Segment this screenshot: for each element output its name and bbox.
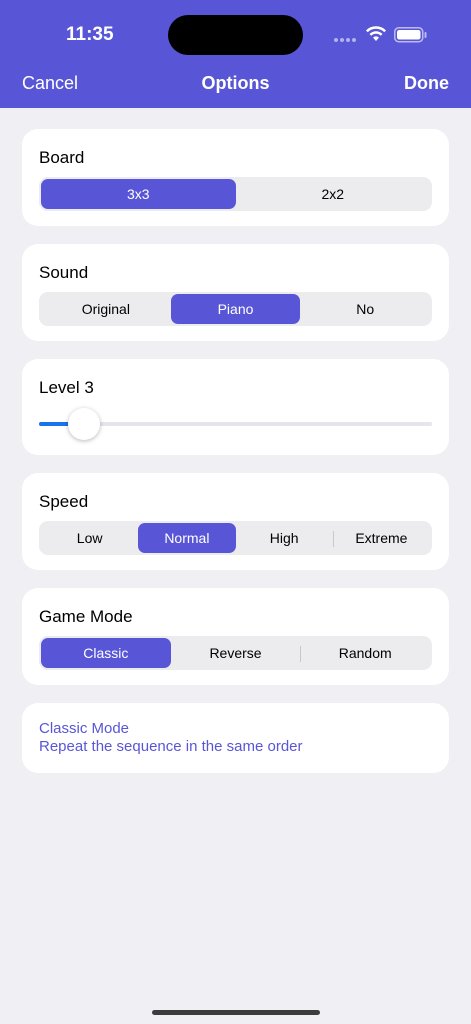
navigation-header: 11:35 Cancel Options Done xyxy=(0,0,471,108)
level-slider-thumb[interactable] xyxy=(67,408,100,440)
battery-icon xyxy=(394,27,427,43)
board-segmented-control: 3x3 2x2 xyxy=(39,177,432,211)
status-time: 11:35 xyxy=(66,24,114,45)
board-option-2x2[interactable]: 2x2 xyxy=(236,179,431,209)
game-mode-option-random[interactable]: Random xyxy=(300,638,430,668)
sound-option-original[interactable]: Original xyxy=(41,294,171,324)
level-slider[interactable] xyxy=(39,408,432,440)
game-mode-segmented-control: Classic Reverse Random xyxy=(39,636,432,670)
speed-card: Speed Low Normal High Extreme xyxy=(22,473,449,570)
board-card: Board 3x3 2x2 xyxy=(22,129,449,226)
page-title: Options xyxy=(201,73,270,93)
board-title: Board xyxy=(39,148,85,167)
sound-segmented-control: Original Piano No xyxy=(39,292,432,326)
speed-segmented-control: Low Normal High Extreme xyxy=(39,521,432,555)
sound-title: Sound xyxy=(39,263,89,282)
speed-option-low[interactable]: Low xyxy=(41,523,138,553)
speed-option-high[interactable]: High xyxy=(236,523,333,553)
cancel-button[interactable]: Cancel xyxy=(22,73,78,94)
wifi-icon xyxy=(366,26,386,41)
level-title: Level 3 xyxy=(39,378,94,397)
board-option-3x3[interactable]: 3x3 xyxy=(41,179,236,209)
speed-option-extreme[interactable]: Extreme xyxy=(332,523,430,553)
game-mode-option-classic[interactable]: Classic xyxy=(41,638,171,668)
done-button[interactable]: Done xyxy=(404,73,449,94)
speed-option-normal[interactable]: Normal xyxy=(138,523,236,553)
sound-option-no[interactable]: No xyxy=(300,294,430,324)
game-mode-card: Game Mode Classic Reverse Random xyxy=(22,588,449,685)
dynamic-island xyxy=(168,15,303,55)
game-mode-title: Game Mode xyxy=(39,607,133,626)
home-indicator[interactable] xyxy=(152,1010,320,1015)
sound-option-piano[interactable]: Piano xyxy=(170,294,301,324)
signal-icon xyxy=(334,38,358,42)
mode-info-heading: Classic Mode xyxy=(39,720,130,737)
level-card: Level 3 xyxy=(22,359,449,455)
sound-card: Sound Original Piano No xyxy=(22,244,449,341)
mode-info-description: Repeat the sequence in the same order xyxy=(39,738,303,755)
mode-info-card: Classic Mode Repeat the sequence in the … xyxy=(22,703,449,773)
speed-title: Speed xyxy=(39,492,89,511)
game-mode-option-reverse[interactable]: Reverse xyxy=(171,638,301,668)
